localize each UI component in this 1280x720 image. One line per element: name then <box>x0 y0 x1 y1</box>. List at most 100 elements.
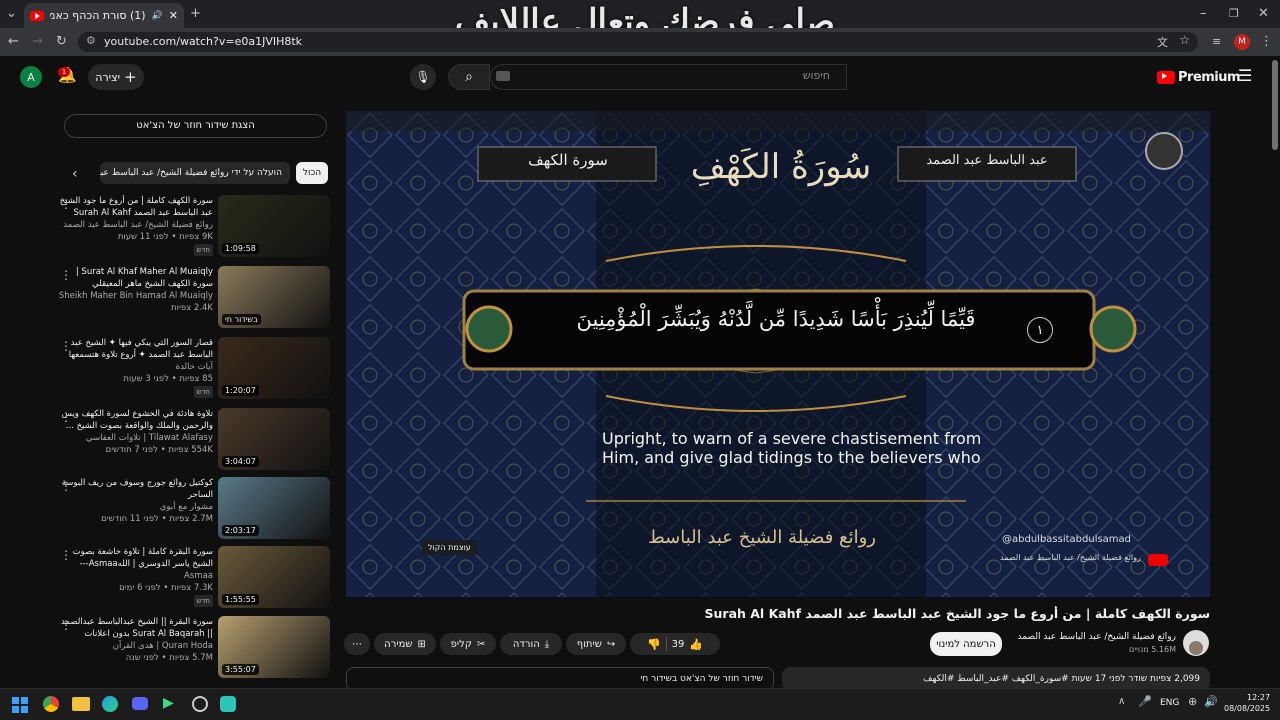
scissors-icon: ✂ <box>476 638 486 650</box>
channel-name[interactable]: Asmaa <box>58 570 213 582</box>
address-bar[interactable]: ⚙ youtube.com/watch?v=e0a1JVIH8tk 文 ☆ <box>78 32 1198 52</box>
language-indicator[interactable]: ENG <box>1160 698 1179 708</box>
video-title[interactable]: Surat Al Khaf Maher Al Muaiqly | سورة ال… <box>58 266 213 290</box>
video-title[interactable]: سورة البقرة || الشيخ عبدالباسط عبدالصمد … <box>58 616 213 640</box>
channel-name[interactable]: Tilawat Alafasy | تلاوات العفاسي <box>58 432 213 444</box>
hamburger-menu-icon[interactable]: ☰ <box>1238 66 1252 85</box>
share-button[interactable]: ↪ שיתוף <box>566 633 626 655</box>
more-options-icon[interactable]: ⋮ <box>60 479 72 493</box>
tab-close-icon[interactable]: ✕ <box>169 9 178 22</box>
close-window-icon[interactable]: ✕ <box>1258 4 1269 24</box>
chip-all[interactable]: הכול <box>296 162 328 184</box>
chip-uploaded-by[interactable]: הועלה על ידי روائع فضيلة الشيخ/ عبد البا… <box>100 162 290 184</box>
share-label: שיתוף <box>576 638 602 650</box>
video-title[interactable]: سورة الكهف كاملة | من أروع ما جود الشيخ … <box>58 195 213 219</box>
download-button[interactable]: ⤓ הורדה <box>500 633 562 655</box>
clip-button[interactable]: ✂ קליפ <box>440 633 496 655</box>
app-icon[interactable] <box>220 696 236 712</box>
video-thumbnail[interactable]: 1:09:58 <box>218 195 330 257</box>
voice-search-icon[interactable]: 🎙 <box>410 64 436 90</box>
channel-name[interactable]: روائع فضيلة الشيخ/ عبد الباسط عبد الصمد <box>1016 632 1177 642</box>
recommended-video[interactable]: 3:04:07 تلاوة هادئة في الخشوع لسورة الكهف… <box>58 408 330 472</box>
recommended-video[interactable]: 1:20:07 قصار السور التي يبكي فيها ✦ الشيخ… <box>58 337 330 401</box>
more-options-icon[interactable]: ⋮ <box>60 268 72 282</box>
clock-date: 08/08/2025 <box>1224 704 1271 713</box>
like-icon[interactable]: 👍 <box>689 638 703 651</box>
tab-list-icon[interactable]: ⌄ <box>6 4 17 24</box>
video-thumbnail[interactable]: 3:04:07 <box>218 408 330 470</box>
channel-name[interactable]: مشوار مع أبوي <box>58 501 213 513</box>
profile-avatar[interactable]: M <box>1234 34 1250 50</box>
video-title[interactable]: تلاوة هادئة في الخشوع لسورة الكهف ويس وا… <box>58 408 213 432</box>
translate-icon[interactable]: 文 <box>1157 34 1168 50</box>
back-icon[interactable]: ← <box>8 32 19 52</box>
browser-menu-icon[interactable]: ⋮ <box>1260 32 1273 52</box>
channel-info: روائع فضيلة الشيخ/ عبد الباسط عبد الصمد … <box>1016 632 1177 654</box>
recommended-video[interactable]: 2:03:17 كوكتيل روائع جورج وسوف من ريف الب… <box>58 477 330 541</box>
more-actions-button[interactable]: ⋯ <box>344 633 370 655</box>
video-thumbnail[interactable]: בשידור חי <box>218 266 330 328</box>
reading-list-icon[interactable]: ≡ <box>1212 32 1221 52</box>
new-tab-icon[interactable]: + <box>190 4 201 24</box>
page-scrollbar[interactable] <box>1272 60 1278 150</box>
clock[interactable]: 12:27 08/08/2025 <box>1224 692 1270 714</box>
channel-avatar[interactable] <box>1183 630 1209 656</box>
volume-icon[interactable]: 🔊 <box>1204 695 1218 708</box>
edge-icon[interactable] <box>102 696 118 712</box>
video-thumbnail[interactable]: 1:55:55 <box>218 546 330 608</box>
footer-calligraphy: روائع فضيلة الشيخ عبد الباسط عبد الصمد <box>646 527 876 548</box>
restore-icon[interactable]: ❐ <box>1229 4 1239 24</box>
channel-name[interactable]: Al Sheikh Maher Bin Hamad Al Muaiqly | .… <box>58 290 213 302</box>
chrome-taskbar-icon[interactable] <box>43 696 59 712</box>
subscribe-button[interactable]: הרשמה למינוי <box>930 632 1002 656</box>
keyboard-icon[interactable] <box>496 71 510 81</box>
browser-tab-active[interactable]: ✕ 🔊 (1) סורת הכהף כאמלה | من أ <box>24 3 184 28</box>
save-button[interactable]: ⊞ שמירה <box>374 633 436 655</box>
more-options-icon[interactable]: ⋮ <box>60 410 72 424</box>
recommended-video[interactable]: בשידור חי Surat Al Khaf Maher Al Muaiqly … <box>58 266 330 330</box>
clock-time: 12:27 <box>1247 693 1271 702</box>
file-explorer-icon[interactable] <box>72 697 90 711</box>
play-store-icon[interactable]: ▶ <box>163 695 174 711</box>
bookmark-star-icon[interactable]: ☆ <box>1179 33 1190 47</box>
view-count: 2.4K צפיות <box>171 303 213 313</box>
create-button[interactable]: יצירה + <box>88 64 144 90</box>
forward-icon[interactable]: → <box>32 32 43 52</box>
more-options-icon[interactable]: ⋮ <box>60 618 72 632</box>
video-title[interactable]: قصار السور التي يبكي فيها ✦ الشيخ عبد ال… <box>58 337 213 361</box>
video-meta: Surat Al Khaf Maher Al Muaiqly | سورة ال… <box>58 266 213 314</box>
chips-scroll-left-icon[interactable]: ‹ <box>72 166 78 182</box>
network-icon[interactable]: ⊕ <box>1188 695 1197 708</box>
channel-name[interactable]: آيات خالدة <box>58 361 213 373</box>
account-avatar[interactable]: A <box>20 66 42 88</box>
show-chat-replay-button[interactable]: הצגת שידור חוזר של הצ'אט <box>64 114 327 138</box>
tray-chevron-icon[interactable]: ∧ <box>1118 696 1125 707</box>
search-input[interactable]: חיפוש <box>490 64 847 90</box>
video-player[interactable]: سورة الكهف عبد الباسط عبد الصمد سُورَةُ … <box>346 111 1210 597</box>
recommended-video[interactable]: 3:55:07 سورة البقرة || الشيخ عبدالباسط عب… <box>58 616 330 680</box>
more-options-icon[interactable]: ⋮ <box>60 339 72 353</box>
recommended-video[interactable]: 1:09:58 سورة الكهف كاملة | من أروع ما جود… <box>58 195 330 259</box>
video-thumbnail[interactable]: 3:55:07 <box>218 616 330 678</box>
youtube-logo-icon[interactable] <box>1157 71 1175 84</box>
tab-audio-icon[interactable]: 🔊 <box>152 11 163 21</box>
plus-icon: + <box>124 68 137 86</box>
dislike-icon[interactable]: 👎 <box>647 638 661 651</box>
discord-icon[interactable] <box>132 697 148 710</box>
video-thumbnail[interactable]: 1:20:07 <box>218 337 330 399</box>
windows-start-icon[interactable] <box>12 697 28 713</box>
channel-name[interactable]: روائع فضيلة الشيخ/ عبد الباسط عبد الصمد <box>58 219 213 231</box>
reload-icon[interactable]: ↻ <box>56 32 67 52</box>
microphone-tray-icon[interactable]: 🎤 <box>1138 695 1152 708</box>
channel-name[interactable]: Quran Hoda | هدى القرآن <box>58 640 213 652</box>
video-thumbnail[interactable]: 2:03:17 <box>218 477 330 539</box>
video-title[interactable]: سورة البقرة كاملة | تلاوة خاشعة بصوت الش… <box>58 546 213 570</box>
recommended-video[interactable]: 1:55:55 سورة البقرة كاملة | تلاوة خاشعة ب… <box>58 546 330 610</box>
video-title[interactable]: كوكتيل روائع جورج وسوف من ريف البوسة الس… <box>58 477 213 501</box>
search-button[interactable]: ⌕ <box>448 64 490 90</box>
site-info-icon[interactable]: ⚙ <box>86 34 96 47</box>
more-options-icon[interactable]: ⋮ <box>60 197 72 211</box>
steam-icon[interactable] <box>192 696 208 712</box>
minimize-icon[interactable]: – <box>1200 4 1207 24</box>
more-options-icon[interactable]: ⋮ <box>60 548 72 562</box>
